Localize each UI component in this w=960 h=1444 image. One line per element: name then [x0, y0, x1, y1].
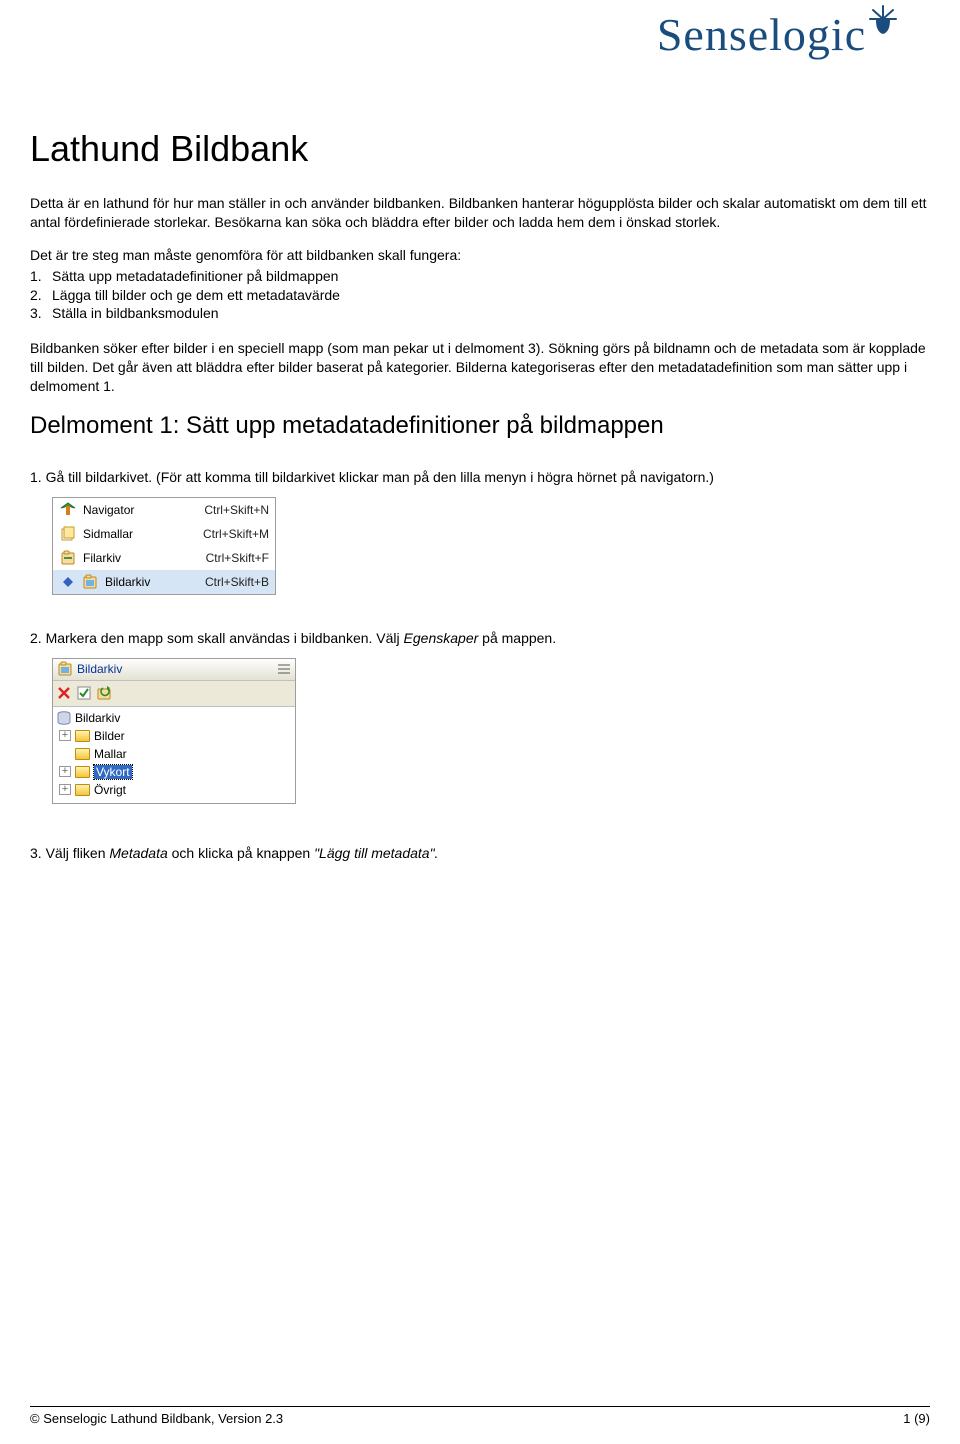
database-icon: [57, 711, 71, 725]
brand-logo: Senselogic: [657, 8, 900, 61]
section-heading: Delmoment 1: Sätt upp metadatadefinition…: [30, 412, 930, 440]
tree-label: Bilder: [94, 729, 125, 743]
steps-list: 1.Sätta upp metadatadefinitioner på bild…: [30, 267, 930, 324]
tree-label: Övrigt: [94, 783, 126, 797]
page-title: Lathund Bildbank: [30, 128, 930, 170]
menu-label: Sidmallar: [83, 527, 197, 541]
bullet-icon: [59, 573, 77, 591]
tree-node[interactable]: + Övrigt: [55, 781, 293, 799]
expand-icon[interactable]: +: [59, 784, 71, 795]
menu-item-sidmallar[interactable]: Sidmallar Ctrl+Skift+M: [53, 522, 275, 546]
folder-icon: [75, 730, 90, 742]
step-item: Lägga till bilder och ge dem ett metadat…: [52, 286, 340, 305]
footer-page-number: 1 (9): [903, 1411, 930, 1426]
intro-paragraph-1: Detta är en lathund för hur man ställer …: [30, 194, 930, 232]
menu-label: Navigator: [83, 503, 198, 517]
step-item: Sätta upp metadatadefinitioner på bildma…: [52, 267, 338, 286]
instruction-1: 1. Gå till bildarkivet. (För att komma t…: [30, 468, 930, 487]
menu-item-bildarkiv[interactable]: Bildarkiv Ctrl+Skift+B: [53, 570, 275, 594]
menu-shortcut: Ctrl+Skift+F: [200, 551, 269, 565]
panel-icon: [57, 661, 73, 677]
hand-icon: [866, 2, 900, 36]
list-icon[interactable]: [277, 663, 291, 675]
menu-shortcut: Ctrl+Skift+M: [197, 527, 269, 541]
templates-icon: [59, 525, 77, 543]
tree-node[interactable]: + Bilder: [55, 727, 293, 745]
filearchive-icon: [59, 549, 77, 567]
tree-figure: Bildarkiv Bildarkiv + Bilder: [52, 658, 296, 804]
expand-icon[interactable]: +: [59, 730, 71, 741]
menu-label: Bildarkiv: [105, 575, 199, 589]
expand-icon[interactable]: +: [59, 766, 71, 777]
menu-label: Filarkiv: [83, 551, 200, 565]
navigator-icon: [59, 501, 77, 519]
menu-shortcut: Ctrl+Skift+N: [198, 503, 269, 517]
page-footer: © Senselogic Lathund Bildbank, Version 2…: [30, 1406, 930, 1426]
context-menu-figure: Navigator Ctrl+Skift+N Sidmallar Ctrl+Sk…: [52, 497, 276, 595]
steps-intro: Det är tre steg man måste genomföra för …: [30, 246, 930, 265]
instruction-3: 3. Välj fliken Metadata och klicka på kn…: [30, 844, 930, 863]
brand-text: Senselogic: [657, 9, 866, 60]
panel-title: Bildarkiv: [77, 662, 122, 676]
tree-label: Mallar: [94, 747, 127, 761]
folder-icon: [75, 766, 90, 778]
panel-titlebar: Bildarkiv: [53, 659, 295, 681]
panel-toolbar: [53, 681, 295, 707]
menu-item-navigator[interactable]: Navigator Ctrl+Skift+N: [53, 498, 275, 522]
tree-body: Bildarkiv + Bilder Mallar + Vykort + Övr…: [53, 707, 295, 803]
imagearchive-icon: [81, 573, 99, 591]
intro-paragraph-2: Bildbanken söker efter bilder i en speci…: [30, 339, 930, 396]
instruction-2: 2. Markera den mapp som skall användas i…: [30, 629, 930, 648]
step-item: Ställa in bildbanksmodulen: [52, 304, 219, 323]
tree-node-selected[interactable]: + Vykort: [55, 763, 293, 781]
folder-icon: [75, 784, 90, 796]
footer-copyright: © Senselogic Lathund Bildbank, Version 2…: [30, 1411, 283, 1426]
tree-node[interactable]: Mallar: [55, 745, 293, 763]
folder-icon: [75, 748, 90, 760]
tree-label: Bildarkiv: [75, 711, 120, 725]
delete-icon[interactable]: [57, 686, 71, 700]
menu-item-filarkiv[interactable]: Filarkiv Ctrl+Skift+F: [53, 546, 275, 570]
tree-root[interactable]: Bildarkiv: [55, 709, 293, 727]
refresh-icon[interactable]: [97, 686, 113, 700]
tree-label: Vykort: [94, 765, 132, 779]
menu-shortcut: Ctrl+Skift+B: [199, 575, 269, 589]
check-icon[interactable]: [77, 686, 91, 700]
